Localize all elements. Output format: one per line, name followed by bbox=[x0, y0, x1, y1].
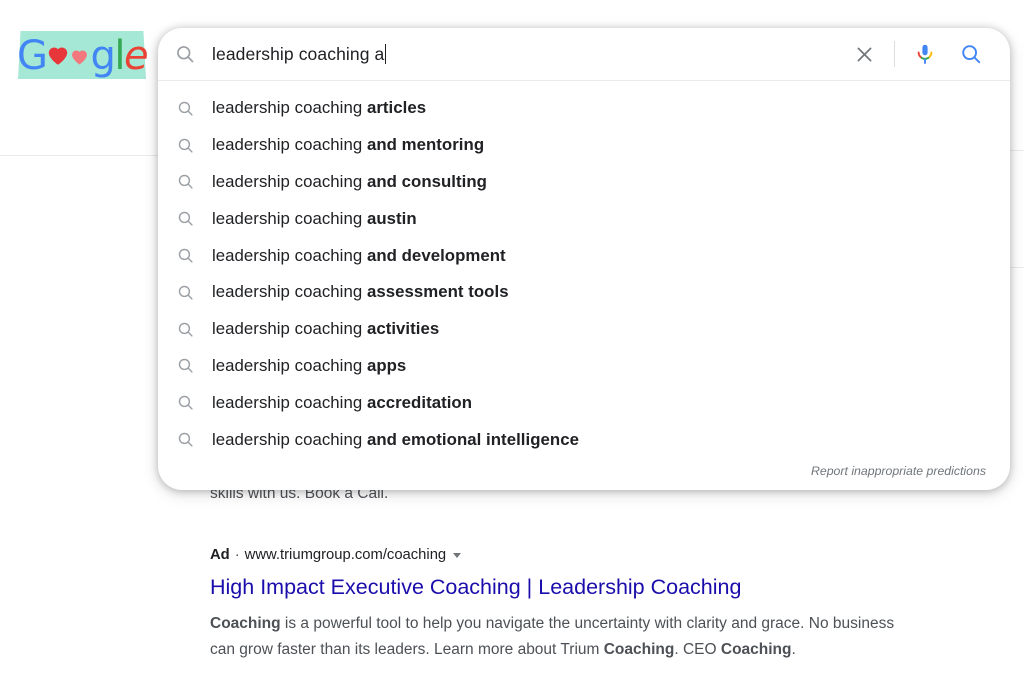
ad-description: Coaching is a powerful tool to help you … bbox=[210, 611, 910, 663]
suggestion-label: leadership coaching assessment tools bbox=[212, 282, 509, 302]
suggestion-prefix: leadership coaching bbox=[212, 392, 367, 412]
suggestion-item[interactable]: leadership coaching articles bbox=[158, 90, 1010, 127]
desc-bold-3: Coaching bbox=[720, 641, 792, 658]
clear-search-button[interactable] bbox=[841, 31, 887, 77]
suggestion-label: leadership coaching apps bbox=[212, 356, 406, 376]
search-icon bbox=[960, 43, 982, 65]
suggestion-label: leadership coaching austin bbox=[212, 209, 417, 229]
ad-result-block: Ad · www.triumgroup.com/coaching High Im… bbox=[210, 545, 1000, 663]
google-search-page: G g l e n Impactful coaching services fo… bbox=[0, 0, 1024, 700]
search-icon bbox=[158, 357, 212, 374]
suggestion-label: leadership coaching and emotional intell… bbox=[212, 430, 579, 450]
suggestion-completion: and emotional intelligence bbox=[366, 429, 579, 449]
search-icon bbox=[158, 100, 212, 117]
suggestion-label: leadership coaching and development bbox=[212, 246, 506, 266]
doodle-letters: G g l e bbox=[16, 28, 149, 84]
heart-large-icon bbox=[45, 42, 71, 68]
search-icon bbox=[158, 173, 212, 190]
suggestion-completion: and development bbox=[366, 245, 506, 265]
ad-separator: · bbox=[234, 547, 240, 563]
heart-small-icon bbox=[69, 46, 90, 67]
suggestion-prefix: leadership coaching bbox=[212, 208, 367, 228]
suggestion-completion: assessment tools bbox=[366, 282, 509, 302]
search-icon bbox=[158, 210, 212, 227]
suggestion-prefix: leadership coaching bbox=[212, 98, 367, 118]
suggestion-prefix: leadership coaching bbox=[212, 355, 367, 375]
submit-search-button[interactable] bbox=[948, 31, 994, 77]
ad-url-line: Ad · www.triumgroup.com/coaching bbox=[210, 545, 1000, 565]
search-icon bbox=[158, 284, 212, 301]
search-icon bbox=[158, 394, 212, 411]
suggestion-item[interactable]: leadership coaching accreditation bbox=[158, 384, 1010, 421]
suggestion-label: leadership coaching activities bbox=[212, 319, 439, 339]
suggestion-item[interactable]: leadership coaching assessment tools bbox=[158, 274, 1010, 311]
suggestion-label: leadership coaching and consulting bbox=[212, 172, 487, 192]
desc-bold-2: Coaching bbox=[603, 641, 675, 658]
suggestion-label: leadership coaching and mentoring bbox=[212, 135, 484, 155]
search-input[interactable]: leadership coaching a bbox=[212, 44, 841, 65]
ad-title-link[interactable]: High Impact Executive Coaching | Leaders… bbox=[210, 573, 1000, 601]
suggestion-item[interactable]: leadership coaching austin bbox=[158, 200, 1010, 237]
text-cursor bbox=[385, 44, 387, 64]
search-icon bbox=[158, 321, 212, 338]
suggestion-label: leadership coaching accreditation bbox=[212, 393, 472, 413]
suggestion-item[interactable]: leadership coaching and mentoring bbox=[158, 127, 1010, 164]
suggestion-completion: apps bbox=[366, 355, 407, 375]
suggestion-prefix: leadership coaching bbox=[212, 282, 367, 302]
action-divider bbox=[894, 41, 895, 67]
search-box-with-suggestions: leadership coaching a leadership coachin… bbox=[158, 28, 1010, 490]
suggestion-completion: accreditation bbox=[366, 392, 473, 412]
close-icon bbox=[854, 44, 875, 65]
desc-seg-3: . bbox=[791, 641, 796, 658]
report-predictions-row: Report inappropriate predictions bbox=[158, 458, 1010, 490]
google-doodle-logo[interactable]: G g l e bbox=[16, 28, 149, 84]
search-icon bbox=[158, 44, 212, 64]
desc-seg-2: . CEO bbox=[674, 641, 721, 658]
suggestion-completion: activities bbox=[366, 319, 440, 339]
microphone-icon bbox=[913, 42, 937, 66]
suggestion-prefix: leadership coaching bbox=[212, 429, 367, 449]
suggestion-completion: and consulting bbox=[366, 171, 487, 191]
suggestion-completion: and mentoring bbox=[366, 135, 485, 155]
search-icon bbox=[158, 137, 212, 154]
suggestion-prefix: leadership coaching bbox=[212, 245, 367, 265]
search-query-text: leadership coaching a bbox=[212, 43, 385, 64]
suggestion-prefix: leadership coaching bbox=[212, 319, 367, 339]
suggestion-completion: articles bbox=[366, 98, 427, 118]
search-icon bbox=[158, 247, 212, 264]
suggestion-item[interactable]: leadership coaching activities bbox=[158, 311, 1010, 348]
report-inappropriate-predictions-link[interactable]: Report inappropriate predictions bbox=[811, 464, 986, 478]
search-input-row[interactable]: leadership coaching a bbox=[158, 28, 1010, 80]
logo-letter-g: g bbox=[90, 33, 115, 79]
suggestion-prefix: leadership coaching bbox=[212, 171, 367, 191]
logo-letter-l: l bbox=[114, 33, 125, 79]
suggestion-item[interactable]: leadership coaching apps bbox=[158, 348, 1010, 385]
desc-bold-1: Coaching bbox=[210, 615, 281, 632]
search-action-buttons bbox=[841, 31, 994, 77]
suggestion-completion: austin bbox=[366, 208, 417, 228]
suggestion-label: leadership coaching articles bbox=[212, 98, 426, 118]
suggestion-list: leadership coaching articles leadership … bbox=[158, 81, 1010, 490]
chevron-down-icon[interactable] bbox=[453, 552, 462, 558]
ad-badge: Ad bbox=[210, 547, 230, 563]
suggestion-item[interactable]: leadership coaching and development bbox=[158, 237, 1010, 274]
suggestion-item[interactable]: leadership coaching and consulting bbox=[158, 164, 1010, 201]
voice-search-button[interactable] bbox=[902, 31, 948, 77]
logo-letter-e: e bbox=[123, 33, 149, 79]
logo-letter-g-capital: G bbox=[16, 33, 48, 79]
suggestion-item[interactable]: leadership coaching and emotional intell… bbox=[158, 421, 1010, 458]
ad-url[interactable]: www.triumgroup.com/coaching bbox=[245, 545, 447, 565]
suggestion-prefix: leadership coaching bbox=[212, 135, 367, 155]
search-icon bbox=[158, 431, 212, 448]
